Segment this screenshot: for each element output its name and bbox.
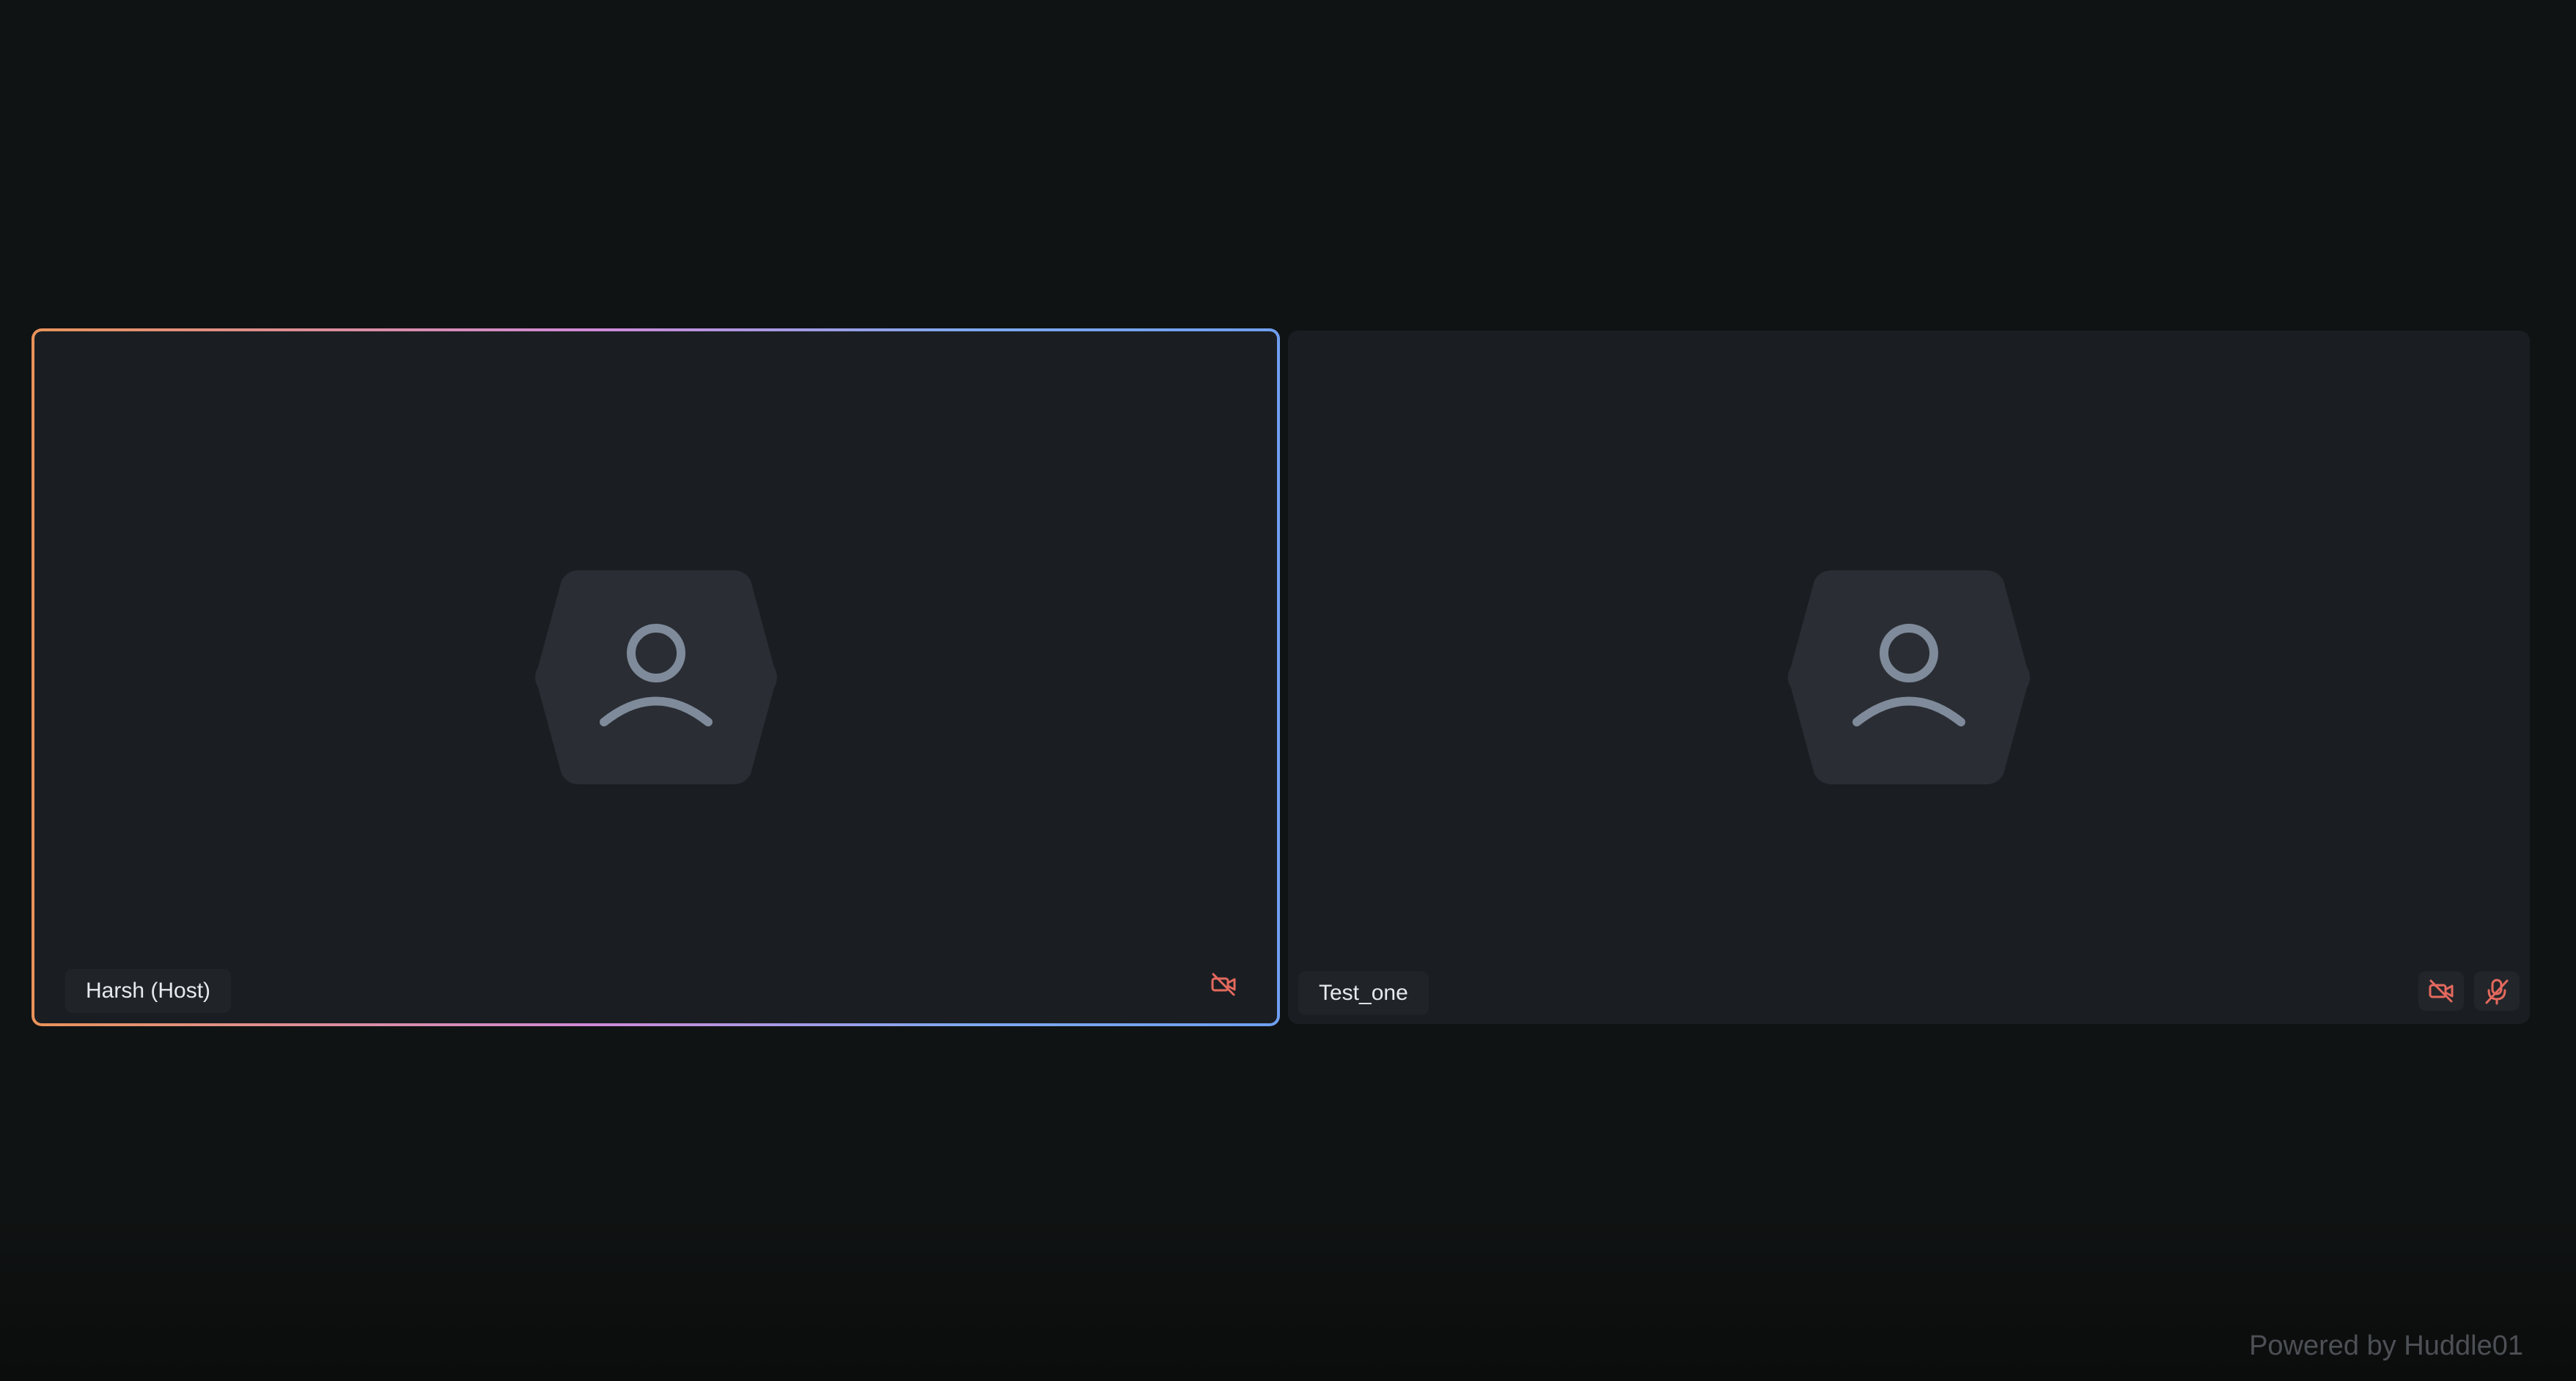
participant-name-label: Test_one (1298, 971, 1429, 1015)
participant-tile-test-one[interactable]: Test_one (1288, 331, 2530, 1024)
user-icon (1788, 570, 2030, 784)
meeting-stage: Harsh (Host) Test_one Powered by Huddle0… (0, 0, 2576, 1381)
participant-avatar (532, 564, 780, 790)
user-icon (534, 570, 777, 784)
mic-off-icon (2474, 971, 2520, 1011)
participant-avatar (1785, 564, 2033, 790)
video-off-icon (2418, 971, 2464, 1011)
participant-tile-harsh[interactable]: Harsh (Host) (32, 328, 1280, 1026)
participant-status-icons (2418, 971, 2520, 1011)
video-off-icon (1201, 965, 1246, 1004)
powered-by-label: Powered by Huddle01 (2249, 1330, 2523, 1361)
participant-name-label: Harsh (Host) (65, 969, 232, 1013)
participant-status-icons (1201, 965, 1246, 1004)
